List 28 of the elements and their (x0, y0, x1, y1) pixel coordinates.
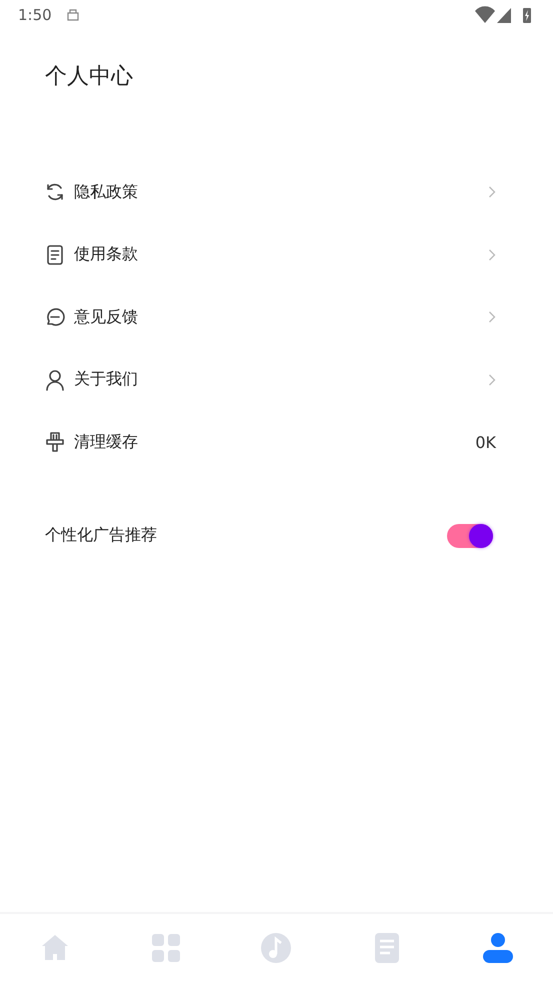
page-title: 个人中心 (44, 63, 134, 91)
menu-label: 隐私政策 (74, 182, 138, 203)
status-time: 1:50 (18, 6, 52, 24)
menu-item[interactable]: 关于我们 (0, 348, 553, 411)
menu-label: 关于我们 (74, 369, 138, 390)
menu-label: 清理缓存 (74, 432, 138, 453)
cache-size: 0K (475, 432, 496, 452)
chevron-icon (488, 186, 496, 198)
status-icons (475, 6, 533, 24)
menu-item[interactable]: 意见反馈 (0, 286, 553, 348)
menu-label: 意见反馈 (74, 306, 138, 328)
music-note-icon[interactable] (260, 932, 292, 964)
toggle-switch[interactable] (447, 524, 493, 548)
chevron-icon (488, 374, 496, 386)
menu-label: 使用条款 (74, 244, 138, 266)
menu-item[interactable]: 隐私政策 (0, 161, 553, 224)
setting-label: 个性化广告推荐 (45, 525, 157, 546)
grid-icon[interactable] (150, 932, 182, 964)
brush-icon (45, 431, 65, 454)
chat-icon (45, 306, 65, 328)
user-icon[interactable] (482, 932, 514, 964)
menu-item[interactable]: 清理缓存 0K (0, 411, 553, 474)
chevron-icon (488, 248, 496, 261)
person-icon (45, 368, 65, 391)
menu-item[interactable]: 使用条款 (0, 224, 553, 286)
document-icon (45, 244, 65, 266)
notification-icon (66, 8, 80, 22)
chevron-icon (488, 311, 496, 324)
